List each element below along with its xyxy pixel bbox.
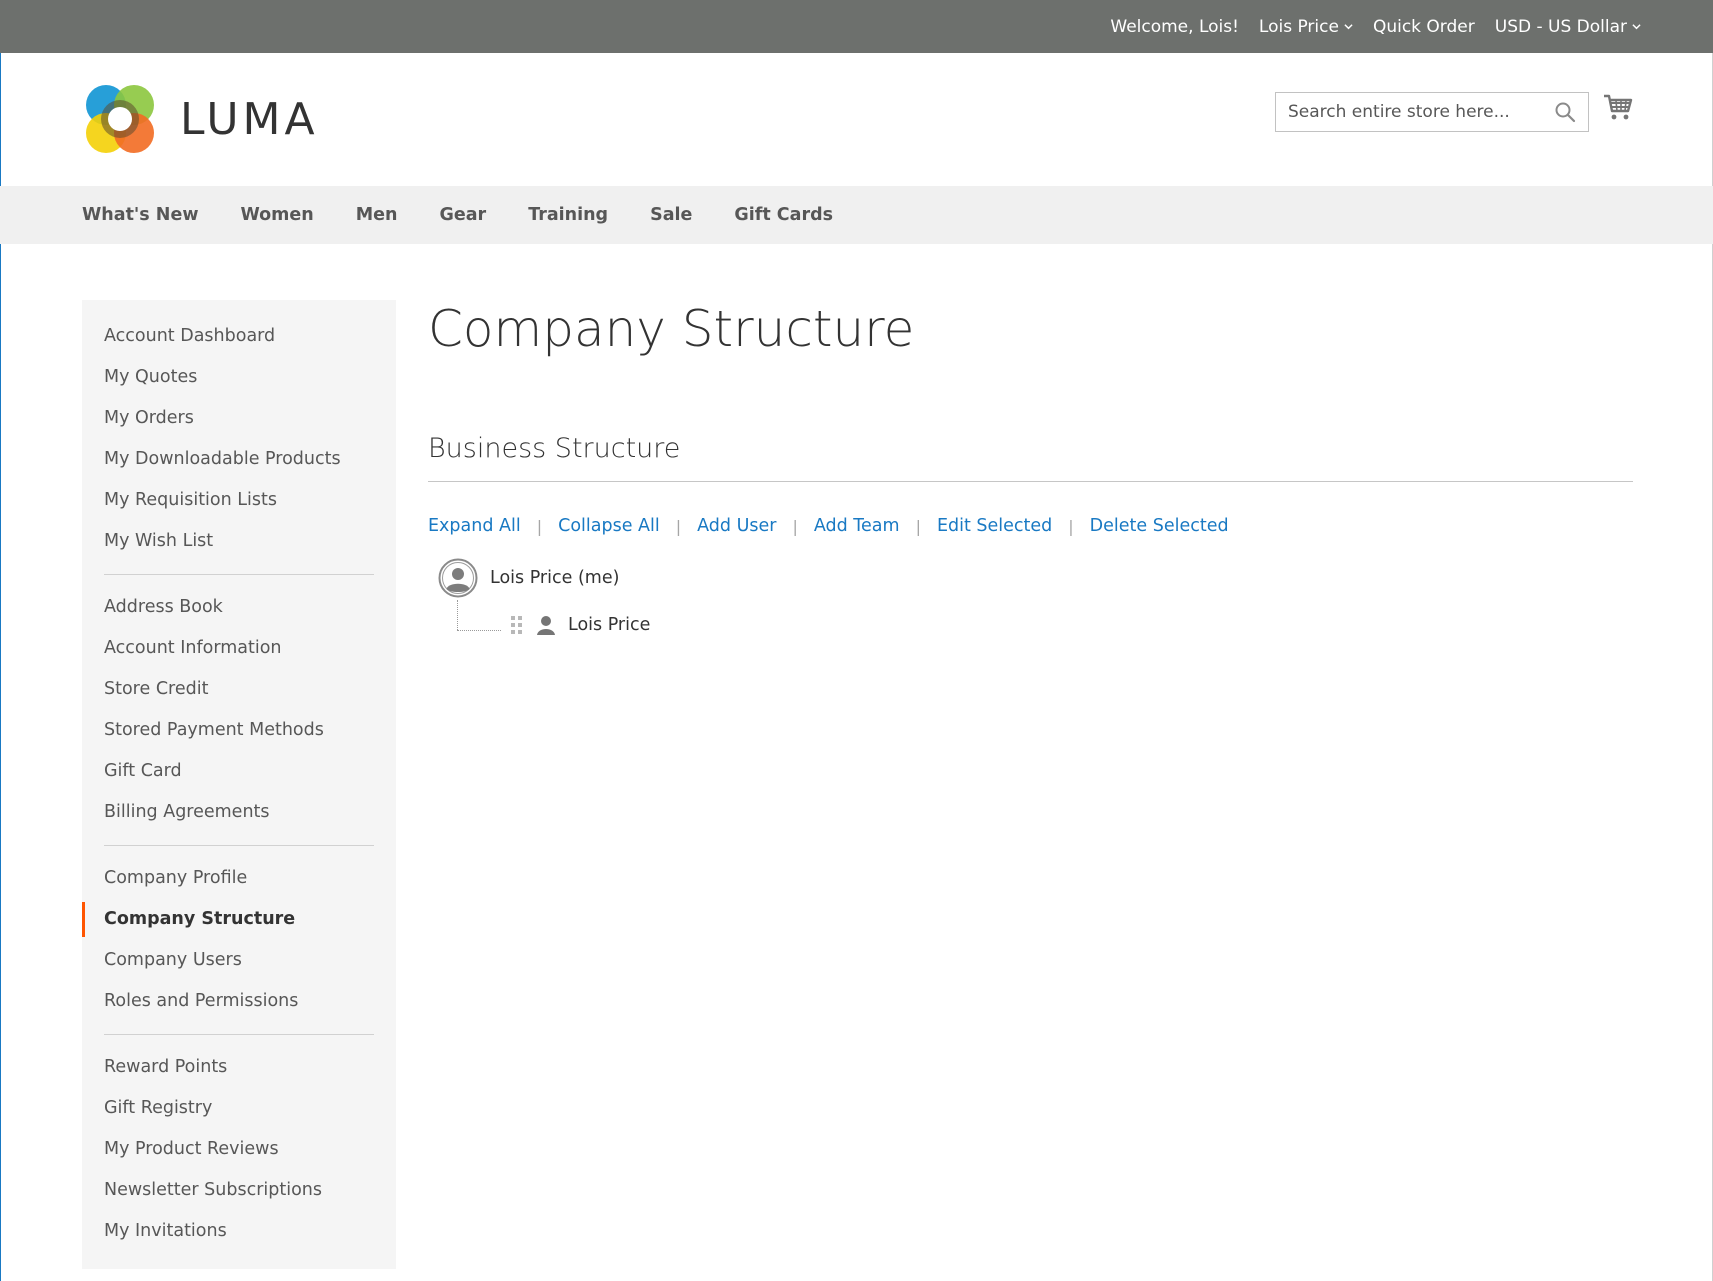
tree-connector xyxy=(457,630,501,631)
page-title: Company Structure xyxy=(428,300,915,358)
account-menu-toggle[interactable]: Lois Price xyxy=(1259,17,1353,37)
structure-actions: Expand All | Collapse All | Add User | A… xyxy=(428,516,1229,536)
sidebar-item-roles-and-permissions[interactable]: Roles and Permissions xyxy=(82,981,396,1022)
sidebar-item-billing-agreements[interactable]: Billing Agreements xyxy=(82,792,396,833)
sidebar-item-address-book[interactable]: Address Book xyxy=(82,587,396,628)
logo[interactable]: LUMA xyxy=(82,81,319,157)
sidebar-group-extras: Reward Points Gift Registry My Product R… xyxy=(82,1047,396,1252)
nav-item-gear[interactable]: Gear xyxy=(440,205,487,225)
tree-node-child[interactable]: Lois Price xyxy=(510,614,650,636)
sidebar-item-company-users[interactable]: Company Users xyxy=(82,940,396,981)
sidebar-item-account-dashboard[interactable]: Account Dashboard xyxy=(82,316,396,357)
account-sidebar: Account Dashboard My Quotes My Orders My… xyxy=(82,300,396,1269)
sidebar-item-store-credit[interactable]: Store Credit xyxy=(82,669,396,710)
sidebar-item-my-quotes[interactable]: My Quotes xyxy=(82,357,396,398)
sidebar-item-my-product-reviews[interactable]: My Product Reviews xyxy=(82,1129,396,1170)
sidebar-item-my-orders[interactable]: My Orders xyxy=(82,398,396,439)
add-team-link[interactable]: Add Team xyxy=(814,516,900,536)
delete-selected-link[interactable]: Delete Selected xyxy=(1090,516,1229,536)
sidebar-item-stored-payment-methods[interactable]: Stored Payment Methods xyxy=(82,710,396,751)
welcome-message: Welcome, Lois! xyxy=(1110,16,1239,37)
sidebar-divider xyxy=(104,845,374,846)
page-header: LUMA xyxy=(0,53,1713,186)
main-navigation: What's New Women Men Gear Training Sale … xyxy=(0,186,1713,244)
cart-icon[interactable] xyxy=(1603,92,1633,122)
quick-order-link[interactable]: Quick Order xyxy=(1373,17,1475,37)
sidebar-item-company-structure: Company Structure xyxy=(82,899,396,940)
user-avatar-icon xyxy=(438,558,478,598)
sidebar-item-my-downloadable-products[interactable]: My Downloadable Products xyxy=(82,439,396,480)
section-title: Business Structure xyxy=(428,433,681,464)
search-box xyxy=(1275,92,1589,132)
tree-node-child-label: Lois Price xyxy=(568,615,651,635)
nav-item-men[interactable]: Men xyxy=(356,205,398,225)
sidebar-group-company: Company Profile Company Structure Compan… xyxy=(82,858,396,1022)
currency-label: USD - US Dollar xyxy=(1494,16,1627,37)
chevron-down-icon xyxy=(1344,24,1353,30)
tree-node-root-label: Lois Price (me) xyxy=(490,568,620,588)
sidebar-item-reward-points[interactable]: Reward Points xyxy=(82,1047,396,1088)
chevron-down-icon xyxy=(1632,24,1641,30)
section-divider xyxy=(428,481,1633,482)
expand-all-link[interactable]: Expand All xyxy=(428,516,521,536)
sidebar-divider xyxy=(104,1034,374,1035)
tree-node-root[interactable]: Lois Price (me) xyxy=(438,558,619,598)
edit-selected-link[interactable]: Edit Selected xyxy=(937,516,1052,536)
add-user-link[interactable]: Add User xyxy=(697,516,776,536)
sidebar-item-my-wish-list[interactable]: My Wish List xyxy=(82,521,396,562)
collapse-all-link[interactable]: Collapse All xyxy=(558,516,660,536)
action-separator: | xyxy=(1068,516,1074,536)
nav-item-gift-cards[interactable]: Gift Cards xyxy=(734,205,833,225)
sidebar-item-my-requisition-lists[interactable]: My Requisition Lists xyxy=(82,480,396,521)
sidebar-item-gift-registry[interactable]: Gift Registry xyxy=(82,1088,396,1129)
luma-logo-icon xyxy=(86,85,154,153)
action-separator: | xyxy=(536,516,543,536)
sidebar-group-account: Account Dashboard My Quotes My Orders My… xyxy=(82,316,396,562)
sidebar-item-account-information[interactable]: Account Information xyxy=(82,628,396,669)
drag-handle-icon[interactable] xyxy=(510,615,524,635)
sidebar-divider xyxy=(104,574,374,575)
account-menu-label: Lois Price xyxy=(1258,16,1339,37)
sidebar-item-gift-card[interactable]: Gift Card xyxy=(82,751,396,792)
nav-item-training[interactable]: Training xyxy=(528,205,608,225)
header-links: Welcome, Lois! Lois Price Quick Order US… xyxy=(1110,0,1641,53)
action-separator: | xyxy=(675,516,682,536)
nav-item-women[interactable]: Women xyxy=(240,205,313,225)
sidebar-group-profile: Address Book Account Information Store C… xyxy=(82,587,396,833)
currency-switcher[interactable]: USD - US Dollar xyxy=(1495,17,1641,37)
sidebar-item-my-invitations[interactable]: My Invitations xyxy=(82,1211,396,1252)
action-separator: | xyxy=(915,516,921,536)
user-icon xyxy=(537,616,555,635)
sidebar-item-newsletter-subscriptions[interactable]: Newsletter Subscriptions xyxy=(82,1170,396,1211)
nav-item-whats-new[interactable]: What's New xyxy=(82,205,198,225)
tree-connector xyxy=(457,600,458,630)
search-input[interactable] xyxy=(1276,93,1554,131)
nav-item-sale[interactable]: Sale xyxy=(650,205,692,225)
company-tree: Lois Price (me) Lois Price xyxy=(438,558,1038,678)
search-icon[interactable] xyxy=(1554,101,1576,123)
top-panel: Welcome, Lois! Lois Price Quick Order US… xyxy=(0,0,1713,53)
logo-text: LUMA xyxy=(180,93,319,145)
sidebar-item-company-profile[interactable]: Company Profile xyxy=(82,858,396,899)
action-separator: | xyxy=(792,516,798,536)
